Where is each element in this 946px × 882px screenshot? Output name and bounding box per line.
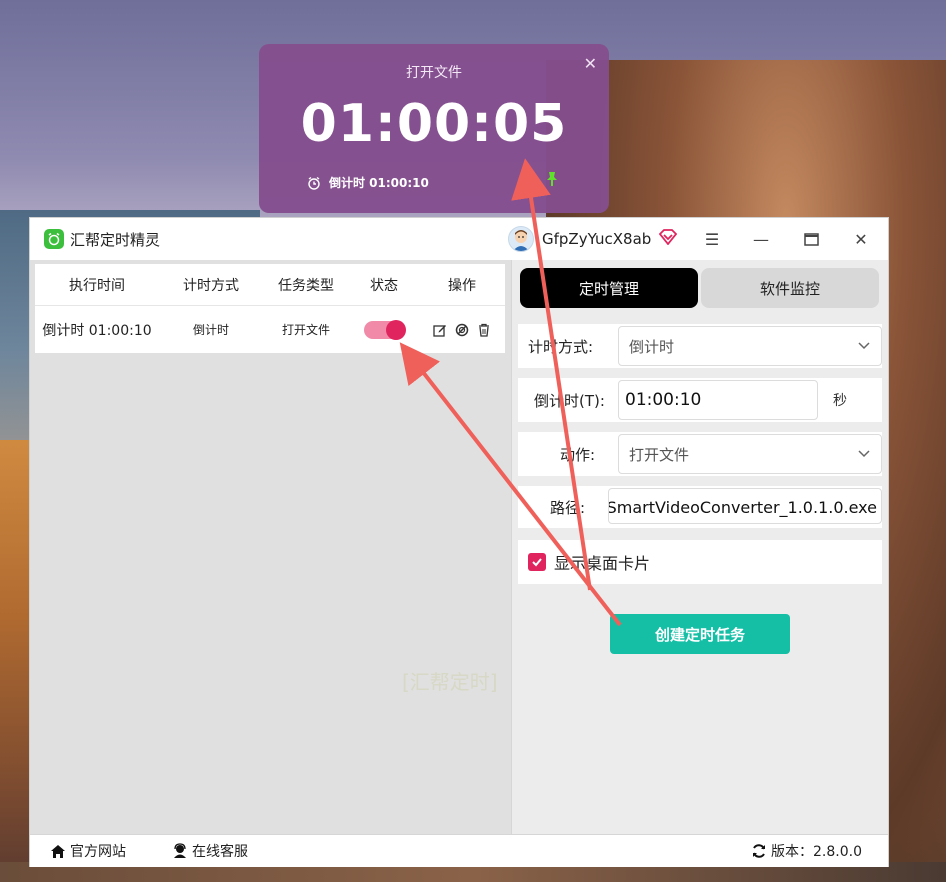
card-title: 打开文件 <box>406 65 462 81</box>
mode-select[interactable]: 倒计时 <box>618 326 882 366</box>
action-field: 动作: 打开文件 <box>518 432 882 476</box>
show-card-checkbox[interactable] <box>528 553 546 571</box>
header-actions: 操作 <box>448 277 476 294</box>
main-window: 汇帮定时精灵 GfpZyYucX8ab ☰ — ✕ 执行时间 计时方式 任务类型… <box>29 217 889 867</box>
vip-diamond-icon[interactable] <box>659 229 678 249</box>
countdown-label: 倒计时(T): <box>534 391 605 410</box>
countdown-unit: 秒 <box>833 393 847 409</box>
mode-label: 计时方式: <box>528 337 594 356</box>
close-window-icon[interactable]: ✕ <box>846 228 876 250</box>
tab-bar: 定时管理 软件监控 <box>520 268 879 308</box>
status-toggle[interactable] <box>364 319 406 340</box>
app-logo-icon <box>44 229 64 249</box>
header-task-type: 任务类型 <box>278 277 334 294</box>
show-card-label: 显示桌面卡片 <box>554 554 651 573</box>
minimize-icon[interactable]: — <box>746 228 776 250</box>
status-bar: 官方网站 在线客服 版本：2.8.0.0 <box>30 834 888 867</box>
mode-field: 计时方式: 倒计时 <box>518 324 882 368</box>
content-area: 执行时间 计时方式 任务类型 状态 操作 倒计时 01:00:10 倒计时 打开… <box>30 260 888 834</box>
table-row[interactable]: 倒计时 01:00:10 倒计时 打开文件 <box>35 306 505 353</box>
countdown-field: 倒计时(T): 01:00:10 秒 <box>518 378 882 422</box>
card-footer-text: 倒计时 01:00:10 <box>329 176 429 190</box>
tab-software-monitor[interactable]: 软件监控 <box>701 268 879 308</box>
username: GfpZyYucX8ab <box>542 230 652 248</box>
user-info[interactable]: GfpZyYucX8ab <box>508 226 678 252</box>
action-label: 动作: <box>560 445 596 464</box>
chevron-down-icon <box>858 342 870 350</box>
watermark: [汇帮定时] <box>402 670 498 694</box>
path-input[interactable]: 手/SmartVideoConverter_1.0.1.0.exe <box>608 488 882 524</box>
row-task-type: 打开文件 <box>281 323 330 337</box>
card-countdown-time: 01:00:05 <box>300 94 568 154</box>
version-info[interactable]: 版本：2.8.0.0 <box>751 841 862 861</box>
close-icon[interactable]: ✕ <box>584 54 597 73</box>
create-task-button[interactable]: 创建定时任务 <box>610 614 790 654</box>
action-select[interactable]: 打开文件 <box>618 434 882 474</box>
header-exec-time: 执行时间 <box>69 277 125 294</box>
refresh-icon <box>753 844 766 858</box>
app-title: 汇帮定时精灵 <box>70 230 161 249</box>
official-website-link[interactable]: 官方网站 <box>50 841 126 861</box>
delete-icon[interactable] <box>476 322 492 338</box>
card-footer: 倒计时 01:00:10 <box>307 174 429 191</box>
avatar[interactable] <box>508 226 534 252</box>
task-list-pane: 执行时间 计时方式 任务类型 状态 操作 倒计时 01:00:10 倒计时 打开… <box>30 260 511 834</box>
disable-icon[interactable] <box>454 322 470 338</box>
path-label: 路径: <box>550 498 586 517</box>
countdown-input[interactable]: 01:00:10 <box>618 380 818 420</box>
pin-icon[interactable] <box>545 171 559 191</box>
edit-icon[interactable] <box>432 322 448 338</box>
online-support-link[interactable]: 在线客服 <box>172 841 248 861</box>
header-timing-mode: 计时方式 <box>183 277 239 294</box>
home-icon <box>51 844 65 858</box>
show-card-option: 显示桌面卡片 <box>518 540 882 584</box>
desktop-timer-card[interactable]: 打开文件 ✕ 01:00:05 倒计时 01:00:10 <box>259 44 609 213</box>
row-exec-time: 倒计时 01:00:10 <box>42 322 152 339</box>
table-header: 执行时间 计时方式 任务类型 状态 操作 <box>35 264 505 306</box>
task-table: 执行时间 计时方式 任务类型 状态 操作 倒计时 01:00:10 倒计时 打开… <box>35 264 505 353</box>
alarm-clock-icon <box>308 176 320 190</box>
settings-pane: 定时管理 软件监控 计时方式: 倒计时 倒计时(T): 01:00:10 秒 动… <box>511 260 888 834</box>
maximize-icon[interactable] <box>796 228 826 250</box>
menu-icon[interactable]: ☰ <box>697 228 727 250</box>
chevron-down-icon <box>858 450 870 458</box>
path-field: 路径: 手/SmartVideoConverter_1.0.1.0.exe <box>518 486 882 528</box>
row-timing-mode: 倒计时 <box>192 323 229 337</box>
header-status: 状态 <box>370 277 398 294</box>
support-icon <box>174 843 186 858</box>
tab-schedule-management[interactable]: 定时管理 <box>520 268 698 308</box>
